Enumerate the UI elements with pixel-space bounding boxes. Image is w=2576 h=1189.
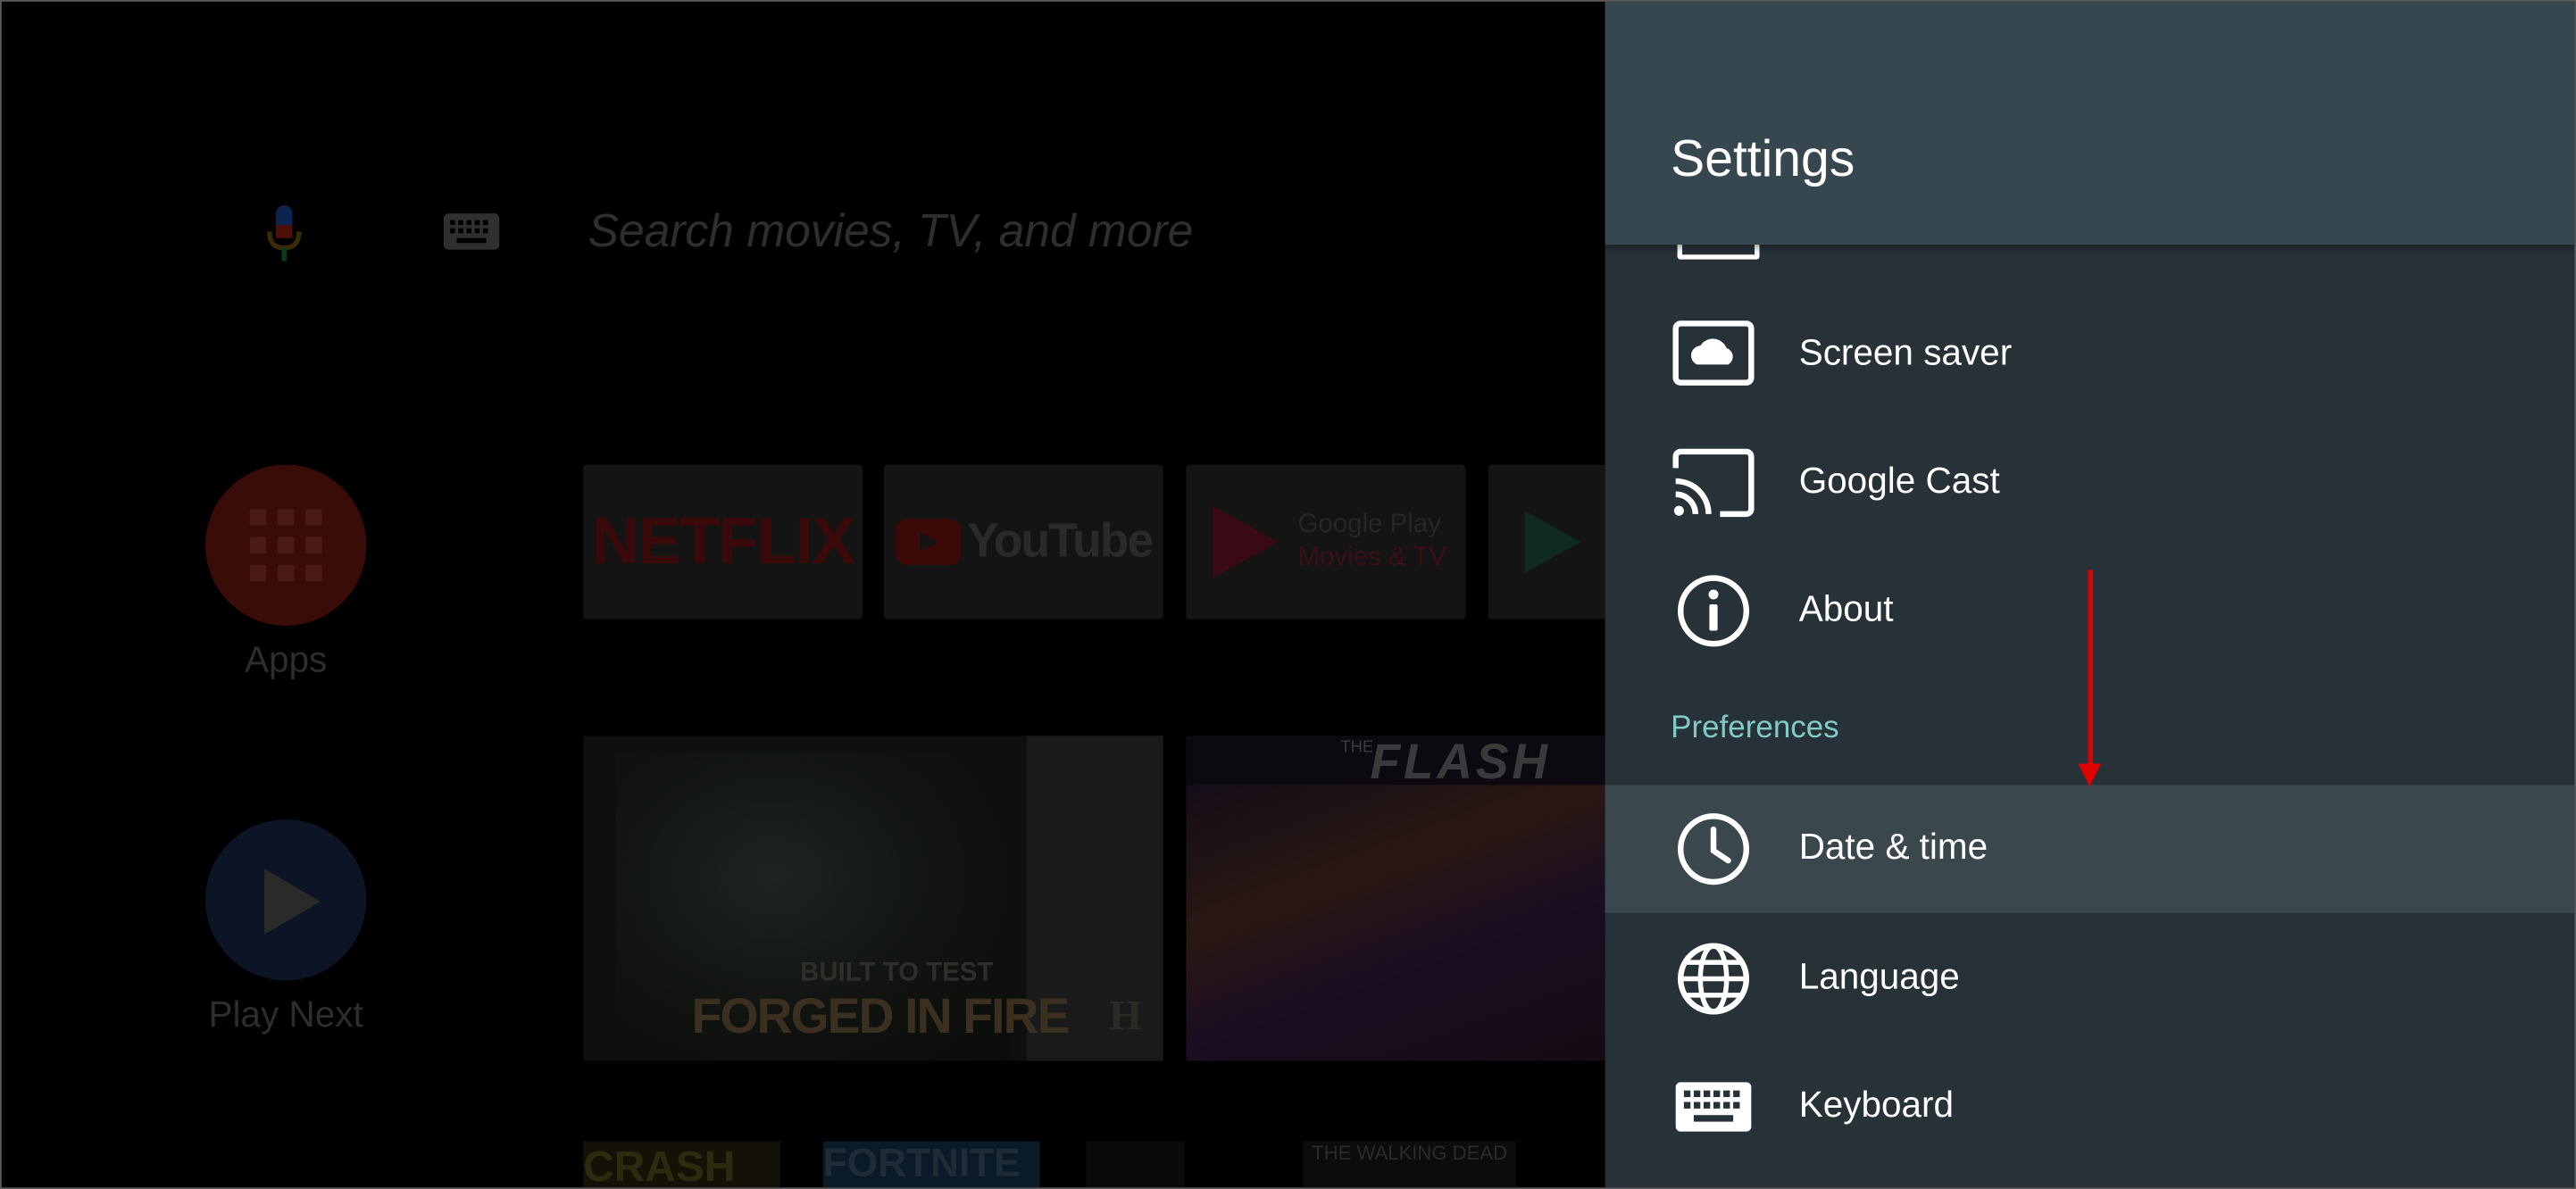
clock-icon bbox=[1677, 813, 1750, 886]
search-placeholder[interactable]: Search movies, TV, and more bbox=[588, 205, 1194, 258]
play-store-tile[interactable] bbox=[1488, 464, 1605, 619]
keyboard-icon[interactable] bbox=[443, 210, 500, 253]
card-artwork bbox=[1186, 785, 1605, 1061]
home-screen: Search movies, TV, and more Apps Play Ne… bbox=[1, 1, 1605, 1188]
play-next-label: Play Next bbox=[208, 994, 363, 1035]
card-title: FLASH bbox=[1370, 736, 1551, 790]
preferences-section-header: Preferences bbox=[1671, 711, 1839, 746]
microphone-icon[interactable] bbox=[262, 202, 308, 268]
settings-item-label: Keyboard bbox=[1798, 1084, 1954, 1126]
settings-item-label: About bbox=[1798, 587, 1894, 629]
youtube-tile[interactable]: YouTube bbox=[883, 464, 1163, 619]
youtube-logo-text: YouTube bbox=[967, 514, 1154, 568]
youtube-logo-icon bbox=[895, 519, 961, 565]
google-play-movies-tile[interactable]: Google Play Movies & TV bbox=[1186, 464, 1466, 619]
google-play-text: Google Play bbox=[1297, 511, 1441, 539]
settings-item-label: Screen saver bbox=[1798, 331, 2013, 373]
apps-label: Apps bbox=[245, 638, 328, 680]
content-tile[interactable] bbox=[1086, 1141, 1185, 1188]
walking-dead-tile[interactable]: THE WALKING DEAD bbox=[1303, 1141, 1517, 1188]
card-tagline: BUILT TO TEST bbox=[800, 959, 994, 987]
annotation-arrow bbox=[2088, 570, 2094, 770]
card-title: FORGED IN FIRE bbox=[691, 990, 1071, 1045]
netflix-tile[interactable]: NETFLIX bbox=[583, 464, 863, 619]
screen-saver-icon bbox=[1672, 320, 1755, 386]
netflix-logo-text: NETFLIX bbox=[591, 504, 856, 578]
history-logo: H bbox=[1108, 992, 1143, 1040]
card-title-prefix: THE bbox=[1340, 738, 1374, 758]
settings-item-label: Date & time bbox=[1798, 826, 1988, 868]
settings-item-label: Google Cast bbox=[1798, 460, 2000, 502]
forged-in-fire-card[interactable]: BUILT TO TEST FORGED IN FIRE H bbox=[583, 736, 1163, 1061]
settings-item-label: Language bbox=[1798, 955, 1960, 997]
the-flash-card[interactable]: THE FLASH bbox=[1186, 736, 1605, 1061]
settings-item-date-time[interactable]: Date & time bbox=[1605, 785, 2575, 913]
fortnite-tile[interactable]: FORTNITE bbox=[822, 1141, 1040, 1188]
settings-item-keyboard[interactable]: Keyboard bbox=[1605, 1043, 2575, 1171]
movies-tv-text: Movies & TV bbox=[1297, 543, 1446, 572]
globe-icon bbox=[1677, 943, 1750, 1015]
crash-tile[interactable]: CRASH bbox=[583, 1141, 780, 1188]
annotation-arrow-head bbox=[2078, 763, 2102, 787]
play-movies-icon bbox=[1212, 505, 1279, 578]
cast-icon bbox=[1672, 448, 1755, 518]
page-title: Settings bbox=[1671, 129, 1855, 187]
settings-item-google-cast[interactable]: Google Cast bbox=[1605, 419, 2575, 547]
settings-item-screen-saver[interactable]: Screen saver bbox=[1605, 291, 2575, 420]
settings-item-language[interactable]: Language bbox=[1605, 915, 2575, 1043]
settings-header: Settings bbox=[1605, 1, 2575, 245]
info-icon bbox=[1677, 575, 1750, 647]
keyboard-icon bbox=[1675, 1082, 1752, 1132]
play-store-icon bbox=[1524, 511, 1580, 574]
apps-grid-icon bbox=[249, 509, 322, 582]
play-icon bbox=[264, 869, 321, 935]
screen-frame: Search movies, TV, and more Apps Play Ne… bbox=[0, 0, 2576, 1189]
